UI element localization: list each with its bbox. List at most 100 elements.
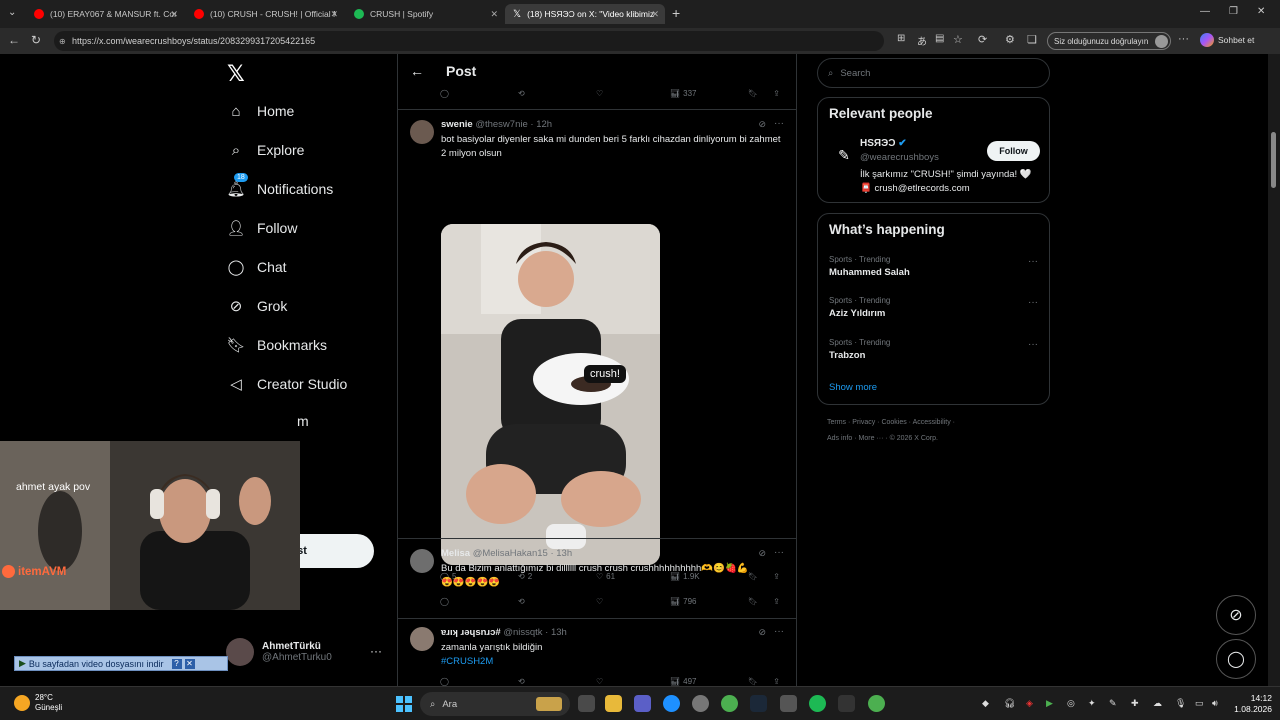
scrollbar-thumb[interactable] bbox=[1271, 132, 1276, 188]
bookmark-icon[interactable]: 🔖︎ bbox=[748, 89, 758, 98]
more-icon[interactable]: ··· bbox=[774, 547, 784, 558]
nav-follow[interactable]: 👤︎ Follow bbox=[226, 218, 297, 238]
tweet-3[interactable]: ɐɹıʞ ɹǝɥsnɹɔ# @nissqtk · 13h ⊘ ··· zaman… bbox=[398, 619, 796, 686]
nav-grok[interactable]: ⊘ Grok bbox=[226, 296, 288, 316]
weather-widget[interactable]: 28°C Güneşli bbox=[14, 693, 62, 713]
back-icon[interactable]: ← bbox=[8, 33, 20, 47]
hashtag-link[interactable]: #CRUSH2M bbox=[441, 655, 786, 669]
app-icon[interactable] bbox=[780, 695, 797, 712]
help-icon[interactable]: ? bbox=[171, 658, 182, 669]
repost-button[interactable]: ⟲ bbox=[518, 597, 596, 606]
views-count[interactable]: 📊︎ 796 bbox=[670, 597, 754, 606]
more-icon[interactable]: ··· bbox=[370, 644, 382, 658]
video-download-bar[interactable]: ▶ Bu sayfadan video dosyasını indir ? ✕ bbox=[14, 656, 228, 671]
verify-identity-button[interactable]: Siz olduğunuzu doğrulayın bbox=[1047, 32, 1172, 50]
start-button[interactable] bbox=[396, 696, 412, 712]
steam-icon[interactable] bbox=[750, 695, 767, 712]
like-button[interactable]: ♡ bbox=[596, 677, 670, 686]
spotify-icon[interactable] bbox=[809, 695, 826, 712]
bookmark-icon[interactable]: 🔖︎ bbox=[748, 677, 758, 686]
more-icon[interactable]: ··· bbox=[1028, 339, 1038, 350]
reply-button[interactable]: ◯ bbox=[440, 677, 518, 686]
reload-icon[interactable]: ↻ bbox=[31, 33, 41, 47]
tab-2[interactable]: (10) CRUSH - CRUSH! | Official Mu ✕ bbox=[186, 4, 344, 24]
share-icon[interactable]: ⇪ bbox=[773, 89, 780, 98]
display-icon[interactable]: ▭ bbox=[1195, 698, 1204, 709]
trend-item[interactable]: Sports · Trending Trabzon bbox=[829, 338, 890, 361]
share-icon[interactable]: ⇪ bbox=[773, 597, 780, 606]
speaker-icon[interactable]: 🔊︎ bbox=[1212, 698, 1218, 709]
translate-icon[interactable]: あ bbox=[917, 33, 927, 48]
grok-fab-icon[interactable]: ⊘ bbox=[1216, 595, 1256, 635]
tweet-author[interactable]: Melisa bbox=[441, 548, 470, 559]
trend-item[interactable]: Sports · Trending Aziz Yıldırım bbox=[829, 296, 890, 319]
file-explorer-icon[interactable] bbox=[605, 695, 622, 712]
minimize-icon[interactable]: — bbox=[1200, 6, 1210, 17]
more-icon[interactable]: ··· bbox=[1028, 297, 1038, 308]
clock[interactable]: 14:12 1.08.2026 bbox=[1226, 693, 1272, 715]
nav-home[interactable]: ⌂ Home bbox=[226, 101, 294, 121]
close-window-icon[interactable]: ✕ bbox=[1257, 6, 1265, 17]
bookmark-icon[interactable]: 🔖︎ bbox=[748, 597, 758, 606]
tab-4-active[interactable]: 𝕏 (18) HSЯЭƆ on X: "Video klibimiz ✕ bbox=[505, 4, 665, 24]
scrollbar[interactable] bbox=[1268, 54, 1280, 686]
nav-premium[interactable]: m bbox=[297, 413, 309, 429]
tweet-author[interactable]: ɐɹıʞ ɹǝɥsnɹɔ# bbox=[441, 627, 501, 638]
site-info-icon[interactable]: ⊕ bbox=[59, 37, 66, 46]
tweet-author[interactable]: swenie bbox=[441, 119, 473, 130]
tweet-1[interactable]: swenie @thesw7nie · 12h ⊘ ··· bot basiyo… bbox=[398, 110, 796, 581]
pen-icon[interactable]: ✎ bbox=[1109, 698, 1117, 709]
nav-bookmarks[interactable]: 🔖︎ Bookmarks bbox=[226, 335, 327, 355]
grok-icon[interactable]: ⊘ bbox=[758, 627, 766, 638]
close-icon[interactable]: ✕ bbox=[330, 9, 338, 20]
views-count[interactable]: 📊︎ 337 bbox=[670, 89, 754, 98]
reply-icon[interactable]: ◯ bbox=[440, 89, 518, 98]
account-switcher[interactable]: AhmetTürkü @AhmetTurku0 bbox=[226, 638, 332, 666]
task-view-icon[interactable] bbox=[578, 695, 595, 712]
x-logo-icon[interactable]: 𝕏 bbox=[227, 62, 245, 87]
url-input[interactable]: ⊕ https://x.com/wearecrushboys/status/20… bbox=[54, 31, 884, 51]
like-button[interactable]: ♡ bbox=[596, 597, 670, 606]
grok-icon[interactable]: ⊘ bbox=[758, 119, 766, 130]
repost-icon[interactable]: ⟲ bbox=[518, 89, 596, 98]
back-arrow-icon[interactable]: ← bbox=[410, 63, 424, 79]
grok-icon[interactable]: ⊘ bbox=[758, 548, 766, 559]
tray-icon[interactable]: ◆ bbox=[982, 698, 989, 709]
app-icon[interactable] bbox=[692, 695, 709, 712]
chrome-icon[interactable] bbox=[721, 695, 738, 712]
reader-icon[interactable]: ▤ bbox=[935, 33, 944, 44]
footer-links[interactable]: Terms · Privacy · Cookies · Accessibilit… bbox=[827, 419, 955, 426]
nav-notifications[interactable]: 🔔︎ 18 Notifications bbox=[226, 173, 333, 199]
avatar[interactable]: ✎ bbox=[829, 140, 859, 170]
trend-item[interactable]: Sports · Trending Muhammed Salah bbox=[829, 255, 910, 278]
headset-icon[interactable]: 🎧︎ bbox=[1004, 698, 1015, 709]
collections-icon[interactable]: ❏ bbox=[1027, 33, 1037, 46]
tweet-2[interactable]: Melisa @MelisaHakan15 · 13h ⊘ ··· Bu da … bbox=[398, 539, 796, 617]
views-count[interactable]: 📊︎ 497 bbox=[670, 677, 754, 686]
avatar[interactable] bbox=[410, 549, 434, 573]
person-name[interactable]: HSЯЭƆ bbox=[860, 138, 895, 149]
edge-icon[interactable] bbox=[663, 695, 680, 712]
nav-chat[interactable]: ◯ Chat bbox=[226, 257, 287, 277]
chrome-icon[interactable] bbox=[868, 695, 885, 712]
close-icon[interactable]: ✕ bbox=[490, 9, 498, 20]
show-more-link[interactable]: Show more bbox=[829, 382, 877, 393]
tray-icon[interactable]: ✚ bbox=[1131, 698, 1139, 709]
reply-button[interactable]: ◯ bbox=[440, 597, 518, 606]
search-input[interactable]: ⌕ Search bbox=[817, 58, 1050, 88]
microphone-icon[interactable]: 🎙︎ bbox=[1175, 698, 1186, 709]
extensions-icon[interactable]: ⟳ bbox=[978, 33, 987, 46]
close-icon[interactable]: ✕ bbox=[184, 658, 195, 669]
more-icon[interactable]: ··· bbox=[774, 118, 784, 129]
taskbar-search[interactable]: ⌕ Ara bbox=[420, 692, 570, 716]
avatar[interactable] bbox=[410, 627, 434, 651]
play-icon[interactable]: ▶ bbox=[1046, 698, 1053, 709]
app-icon[interactable]: ⊞ bbox=[897, 33, 905, 44]
tab-3[interactable]: CRUSH | Spotify ✕ bbox=[346, 4, 504, 24]
favorite-star-icon[interactable]: ☆ bbox=[953, 33, 963, 46]
close-icon[interactable]: ✕ bbox=[170, 9, 178, 20]
copilot-button[interactable]: Sohbet et bbox=[1200, 33, 1254, 47]
more-icon[interactable]: ··· bbox=[774, 626, 784, 637]
teams-icon[interactable] bbox=[634, 695, 651, 712]
avatar[interactable] bbox=[410, 120, 434, 144]
